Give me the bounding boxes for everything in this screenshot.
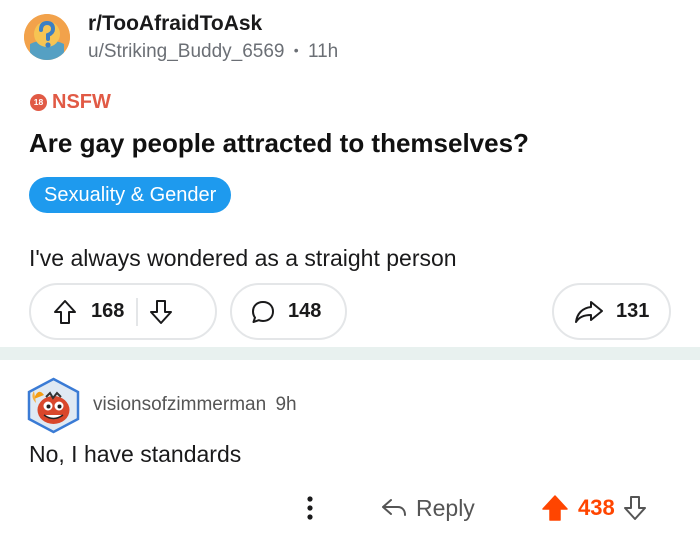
speech-bubble-icon — [250, 299, 276, 325]
commenter-meta: visionsofzimmerman 9h — [93, 394, 297, 416]
nsfw-label: NSFW — [52, 90, 111, 113]
arrow-down-outline-icon[interactable] — [623, 495, 647, 521]
subreddit-avatar[interactable] — [24, 14, 70, 60]
vote-divider — [136, 297, 139, 326]
reply-arrow-icon — [380, 496, 408, 520]
meta-separator: • — [293, 42, 299, 58]
post-age: 11h — [307, 41, 339, 62]
section-divider — [0, 347, 700, 360]
nsfw-tag: 18 NSFW — [30, 90, 111, 114]
comment-count: 148 — [288, 300, 322, 322]
comment-text: No, I have standards — [29, 441, 242, 467]
arrow-up-filled-icon[interactable] — [541, 494, 569, 522]
arrow-up-outline-icon[interactable] — [53, 299, 77, 325]
comment-score: 438 — [578, 495, 615, 520]
post-meta: u/Striking_Buddy_6569 • 11h — [88, 41, 338, 63]
share-count: 131 — [616, 300, 650, 322]
post-author[interactable]: u/Striking_Buddy_6569 — [88, 41, 284, 62]
monster-hexagon-avatar-icon — [27, 377, 80, 434]
commenter-username[interactable]: visionsofzimmerman — [93, 394, 266, 415]
reply-button[interactable]: Reply — [380, 492, 475, 524]
kebab-menu-icon[interactable] — [304, 492, 316, 524]
post-body: I've always wondered as a straight perso… — [29, 245, 457, 271]
question-mark-avatar-icon — [24, 14, 70, 60]
vote-bar: 168 — [29, 283, 217, 340]
post-title[interactable]: Are gay people attracted to themselves? — [29, 128, 529, 159]
comments-button[interactable]: 148 — [230, 283, 347, 340]
comment-age: 9h — [275, 394, 297, 415]
reply-label: Reply — [416, 494, 475, 521]
arrow-down-outline-icon[interactable] — [149, 299, 173, 325]
share-button[interactable]: 131 — [552, 283, 671, 340]
share-arrow-icon — [574, 299, 604, 325]
nsfw-18-icon: 18 — [30, 93, 47, 111]
subreddit-name[interactable]: r/TooAfraidToAsk — [88, 12, 262, 36]
comment-vote-bar: 438 — [541, 492, 647, 524]
commenter-avatar[interactable] — [26, 377, 81, 434]
post-flair[interactable]: Sexuality & Gender — [29, 177, 232, 213]
upvote-count: 168 — [91, 300, 125, 322]
